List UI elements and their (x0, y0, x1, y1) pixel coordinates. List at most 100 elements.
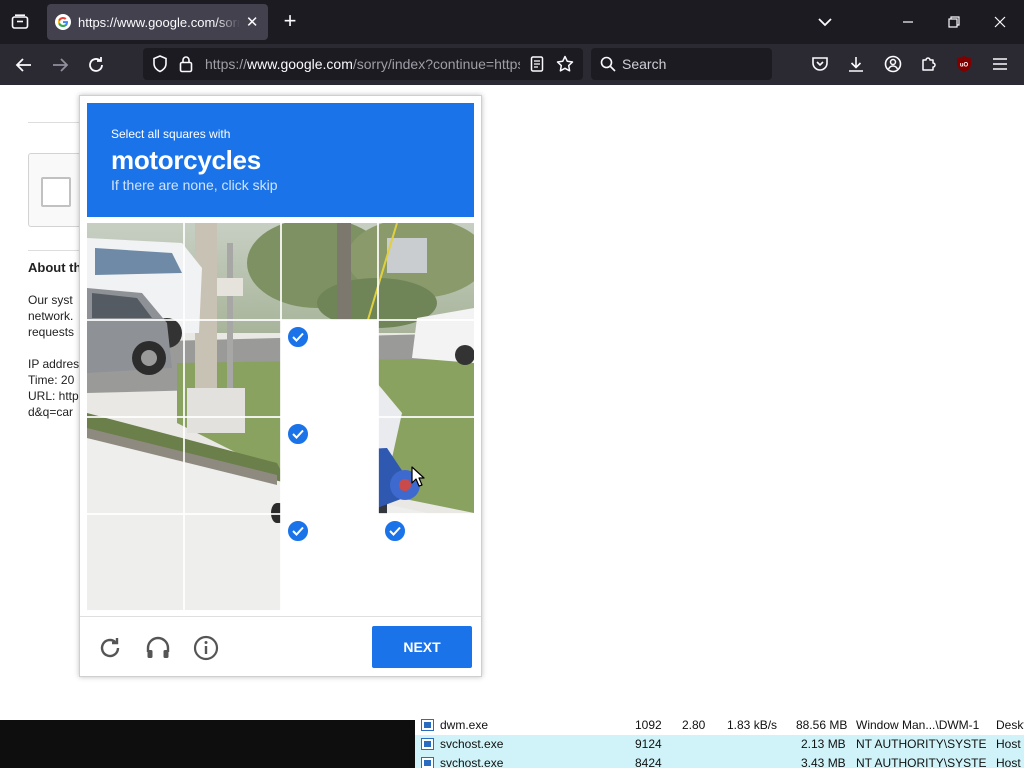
grid-tile-r2-c0[interactable] (87, 417, 184, 514)
tracking-protection-shield-icon[interactable] (151, 55, 169, 73)
exe-icon (421, 719, 434, 731)
about-line: IP addres (28, 357, 80, 371)
grid-tile-r0-c2[interactable] (281, 223, 378, 320)
process-row[interactable]: svchost.exe 8424 3.43 MB NT AUTHORITY\SY… (415, 754, 1024, 768)
grid-tile-r0-c0[interactable] (87, 223, 184, 320)
grid-tile-r1-c3[interactable] (378, 320, 474, 417)
grid-tile-r2-c3[interactable] (378, 417, 474, 514)
process-name: dwm.exe (440, 718, 489, 732)
about-line[interactable]: d&q=car (28, 404, 73, 420)
about-line[interactable]: URL: http (28, 388, 79, 404)
close-icon (994, 16, 1006, 28)
exe-icon (421, 757, 434, 768)
recaptcha-checkbox[interactable] (41, 177, 71, 207)
restore-button[interactable] (944, 12, 964, 32)
download-icon (849, 57, 863, 72)
process-description: Deskt (996, 718, 1024, 732)
next-button[interactable]: NEXT (372, 626, 472, 668)
search-icon (600, 56, 616, 72)
challenge-prompt: Select all squares with motorcycles If t… (87, 103, 474, 217)
new-tab-button[interactable]: + (278, 10, 302, 34)
tab-title: https://www.google.com/sorry/index?conti… (78, 14, 241, 30)
instruction-text: Select all squares with (111, 127, 231, 141)
process-pid: 9124 (635, 737, 662, 751)
tab-list-icon (11, 14, 29, 29)
arrow-left-icon (15, 58, 31, 72)
bookmark-star-icon[interactable] (556, 55, 574, 73)
grid-tile-r3-c2[interactable] (281, 514, 378, 610)
grid-tile-r3-c0[interactable] (87, 514, 184, 610)
downloads-button[interactable] (845, 53, 867, 75)
url-host: www.google.com (247, 56, 353, 72)
info-icon (193, 635, 219, 661)
process-pid: 8424 (635, 756, 662, 768)
process-memory: 88.56 MB (796, 718, 848, 732)
pocket-button[interactable] (809, 53, 831, 75)
process-name: svchost.exe (440, 737, 504, 751)
reload-button[interactable] (83, 52, 109, 78)
grid-tile-r3-c1[interactable] (184, 514, 281, 610)
desktop-taskbar-area (0, 720, 415, 768)
checkmark-icon (383, 519, 407, 543)
process-list: dwm.exe 1092 2.80 1.83 kB/s 88.56 MB Win… (415, 716, 1024, 768)
reload-icon (100, 638, 120, 658)
address-bar[interactable]: https://www.google.com/sorry/index?conti… (143, 48, 583, 80)
minimize-icon (903, 21, 913, 23)
search-bar[interactable]: Search (591, 48, 772, 80)
google-g-icon (55, 14, 71, 30)
process-row[interactable]: svchost.exe 9124 2.13 MB NT AUTHORITY\SY… (415, 735, 1024, 754)
close-window-button[interactable] (990, 12, 1010, 32)
chevron-down-icon[interactable] (814, 12, 836, 32)
reader-view-icon[interactable] (528, 55, 546, 73)
account-button[interactable] (882, 53, 904, 75)
grid-tile-r1-c0[interactable] (87, 320, 184, 417)
process-memory: 3.43 MB (801, 756, 846, 768)
grid-tile-r0-c1[interactable] (184, 223, 281, 320)
process-row[interactable]: dwm.exe 1092 2.80 1.83 kB/s 88.56 MB Win… (415, 716, 1024, 735)
reload-icon (89, 57, 103, 72)
url-text[interactable]: https://www.google.com/sorry/index?conti… (205, 56, 520, 72)
process-description: Host (996, 737, 1021, 751)
lock-icon[interactable] (177, 55, 195, 73)
app-menu-button[interactable] (989, 53, 1011, 75)
tab-close-icon[interactable]: ✕ (244, 13, 260, 31)
grid-tile-r1-c1[interactable] (184, 320, 281, 417)
hamburger-menu-icon (993, 58, 1007, 70)
audio-challenge-button[interactable] (143, 633, 173, 663)
extensions-button[interactable] (918, 53, 940, 75)
forward-button[interactable] (47, 52, 73, 78)
tab-list-button[interactable] (6, 9, 34, 35)
back-button[interactable] (11, 52, 37, 78)
audio-headphones-icon (146, 636, 170, 658)
about-line: Time: 20 (28, 373, 75, 387)
active-tab[interactable]: https://www.google.com/sorry/index?conti… (47, 4, 268, 40)
url-prefix: https:// (205, 56, 248, 72)
about-line: network. (28, 309, 74, 323)
about-line: Our syst (28, 293, 73, 307)
grid-tile-r1-c2[interactable] (281, 320, 378, 417)
mouse-pointer-icon (411, 466, 425, 487)
hint-text: If there are none, click skip (111, 177, 278, 193)
grid-divider (87, 513, 474, 515)
image-grid (87, 223, 474, 610)
grid-tile-r0-c3[interactable] (378, 223, 474, 320)
about-heading: About th (28, 260, 82, 275)
exe-icon (421, 738, 434, 750)
checkmark-icon (286, 325, 310, 349)
account-icon (884, 55, 902, 73)
help-info-button[interactable] (191, 633, 221, 663)
ublock-shield-icon: uO (957, 56, 971, 72)
checkmark-icon (286, 519, 310, 543)
puzzle-piece-icon (922, 57, 936, 71)
recaptcha-challenge-dialog: Select all squares with motorcycles If t… (79, 95, 482, 677)
grid-tile-r2-c1[interactable] (184, 417, 281, 514)
process-user: Window Man...\DWM-1 (856, 718, 980, 732)
process-cpu: 2.80 (682, 718, 706, 732)
grid-tile-r3-c3[interactable] (378, 514, 474, 610)
search-input[interactable]: Search (622, 56, 666, 72)
minimize-button[interactable] (898, 12, 918, 32)
grid-tile-r2-c2[interactable] (281, 417, 378, 514)
about-line: requests (28, 325, 75, 339)
ublock-origin-button[interactable]: uO (953, 53, 975, 75)
reload-challenge-button[interactable] (95, 633, 125, 663)
